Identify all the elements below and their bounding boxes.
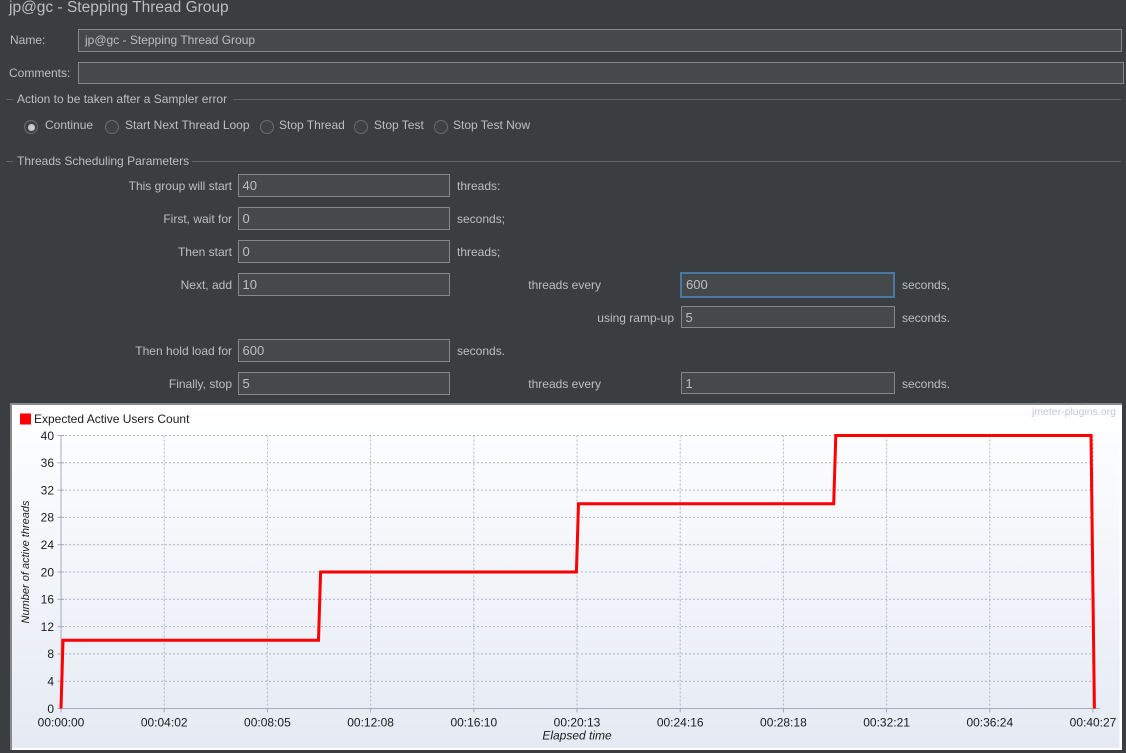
- svg-text:Expected Active Users Count: Expected Active Users Count: [34, 412, 190, 426]
- svg-text:00:36:24: 00:36:24: [966, 716, 1013, 730]
- svg-text:8: 8: [47, 647, 54, 661]
- svg-text:00:40:27: 00:40:27: [1070, 716, 1117, 730]
- svg-text:00:24:16: 00:24:16: [657, 716, 704, 730]
- svg-text:32: 32: [41, 483, 55, 497]
- svg-text:00:08:05: 00:08:05: [244, 716, 291, 730]
- svg-text:Elapsed time: Elapsed time: [542, 729, 612, 743]
- svg-text:00:16:10: 00:16:10: [450, 716, 497, 730]
- svg-text:24: 24: [41, 538, 55, 552]
- svg-text:12: 12: [41, 620, 55, 634]
- svg-text:Number of active threads: Number of active threads: [20, 500, 32, 623]
- svg-text:00:04:02: 00:04:02: [141, 716, 188, 730]
- svg-text:00:20:13: 00:20:13: [554, 716, 601, 730]
- svg-text:4: 4: [47, 675, 54, 689]
- svg-text:jmeter-plugins.org: jmeter-plugins.org: [1031, 406, 1116, 418]
- svg-text:36: 36: [41, 456, 55, 470]
- svg-text:00:32:21: 00:32:21: [863, 716, 910, 730]
- svg-text:0: 0: [47, 702, 54, 716]
- svg-text:40: 40: [41, 429, 55, 443]
- svg-text:20: 20: [41, 565, 55, 579]
- svg-text:00:00:00: 00:00:00: [38, 716, 85, 730]
- svg-text:00:28:18: 00:28:18: [760, 716, 807, 730]
- svg-text:28: 28: [41, 511, 55, 525]
- svg-text:16: 16: [41, 593, 55, 607]
- svg-text:00:12:08: 00:12:08: [347, 716, 394, 730]
